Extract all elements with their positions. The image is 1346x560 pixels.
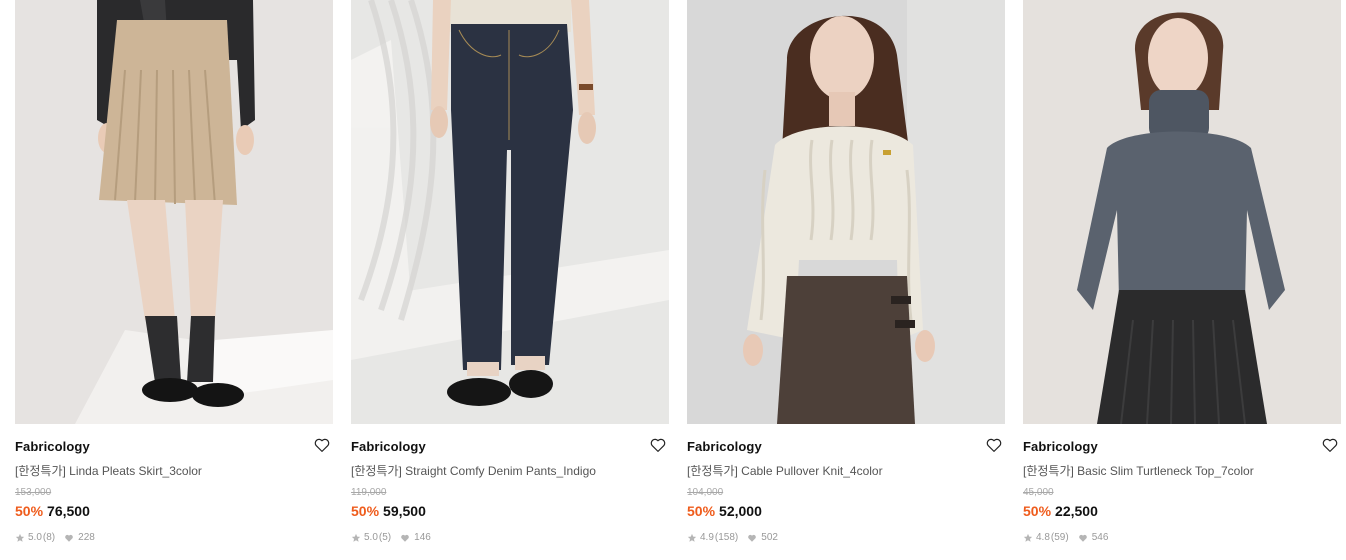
product-card[interactable]: Fabricology [한정특가] Basic Slim Turtleneck…: [1023, 0, 1341, 560]
brand-row: Fabricology: [15, 437, 333, 455]
price-row: 50% 76,500: [15, 503, 90, 519]
product-image[interactable]: [351, 0, 669, 424]
product-meta: 4.8 (59) 546: [1023, 532, 1108, 543]
product-card[interactable]: Fabricology [한정특가] Cable Pullover Knit_4…: [687, 0, 1005, 560]
heart-filled-icon: [65, 534, 73, 542]
like-count: 546: [1091, 532, 1109, 543]
brand-row: Fabricology: [351, 437, 669, 455]
original-price: 153,000: [15, 487, 52, 498]
brand-name[interactable]: Fabricology: [15, 439, 90, 454]
sale-price: 52,000: [719, 503, 762, 519]
heart-outline-icon[interactable]: [313, 436, 331, 454]
discount-rate: 50%: [15, 503, 44, 519]
price-row: 50% 52,000: [687, 503, 762, 519]
sale-price: 59,500: [383, 503, 426, 519]
review-count: (5): [378, 532, 392, 543]
heart-outline-icon[interactable]: [985, 436, 1003, 454]
review-count: (59): [1050, 532, 1069, 543]
like-count: 502: [761, 532, 778, 543]
like-count: 228: [78, 532, 95, 543]
star-icon: [687, 533, 697, 542]
heart-outline-icon[interactable]: [1321, 436, 1339, 454]
discount-rate: 50%: [351, 503, 380, 519]
product-image[interactable]: [15, 0, 333, 424]
product-title[interactable]: [한정특가] Cable Pullover Knit_4color: [687, 462, 1005, 479]
product-meta: 5.0 (5) 146: [351, 532, 431, 543]
product-grid: Fabricology [한정특가] Linda Pleats Skirt_3c…: [0, 0, 1346, 560]
brand-name[interactable]: Fabricology: [1023, 439, 1098, 454]
discount-rate: 50%: [687, 503, 716, 519]
sale-price: 76,500: [47, 503, 90, 519]
product-title[interactable]: [한정특가] Linda Pleats Skirt_3color: [15, 462, 333, 479]
star-icon: [351, 533, 361, 542]
brand-row: Fabricology: [1023, 437, 1341, 455]
discount-rate: 50%: [1023, 503, 1052, 519]
review-count: (8): [42, 532, 56, 543]
rating-value: 5.0: [28, 532, 42, 543]
product-image[interactable]: [687, 0, 1005, 424]
rating-value: 5.0: [364, 532, 378, 543]
heart-outline-icon[interactable]: [649, 436, 667, 454]
product-meta: 5.0 (8) 228: [15, 532, 95, 543]
heart-filled-icon: [748, 534, 757, 542]
star-icon: [15, 533, 25, 542]
sale-price: 22,500: [1055, 503, 1098, 519]
product-title[interactable]: [한정특가] Straight Comfy Denim Pants_Indigo: [351, 462, 669, 479]
star-icon: [1023, 533, 1033, 542]
original-price: 119,000: [351, 487, 387, 498]
product-title[interactable]: [한정특가] Basic Slim Turtleneck Top_7color: [1023, 462, 1341, 479]
original-price: 45,000: [1023, 487, 1054, 498]
product-image[interactable]: [1023, 0, 1341, 424]
original-price: 104,000: [687, 487, 724, 498]
product-card[interactable]: Fabricology [한정특가] Linda Pleats Skirt_3c…: [15, 0, 333, 560]
product-meta: 4.9 (158) 502: [687, 532, 778, 543]
price-row: 50% 22,500: [1023, 503, 1098, 519]
brand-row: Fabricology: [687, 437, 1005, 455]
brand-name[interactable]: Fabricology: [687, 439, 762, 454]
review-count: (158): [714, 532, 739, 543]
rating-value: 4.8: [1036, 532, 1050, 543]
price-row: 50% 59,500: [351, 503, 426, 519]
like-count: 146: [414, 532, 431, 543]
heart-filled-icon: [401, 534, 409, 542]
product-card[interactable]: Fabricology [한정특가] Straight Comfy Denim …: [351, 0, 669, 560]
heart-filled-icon: [1078, 534, 1087, 542]
brand-name[interactable]: Fabricology: [351, 439, 426, 454]
rating-value: 4.9: [700, 532, 714, 543]
